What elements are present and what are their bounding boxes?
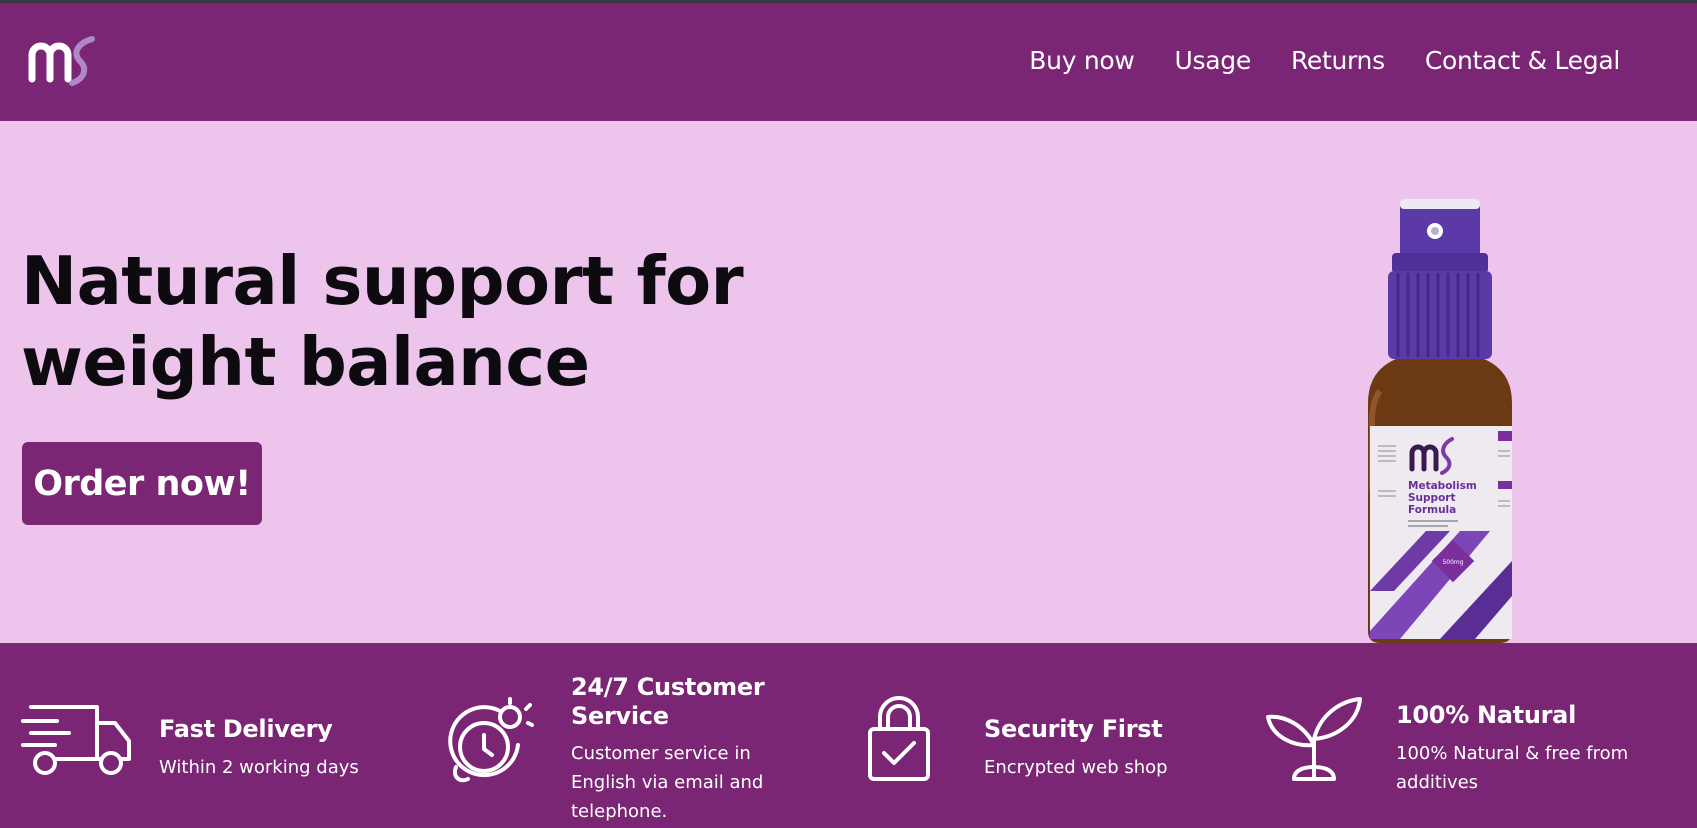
hero-headline: Natural support for weight balance [21, 242, 744, 401]
main-nav: Buy now Usage Returns Contact & Legal [989, 46, 1620, 75]
feature-text: 100% Natural & free from additives [1396, 743, 1629, 793]
feature-text: Within 2 working days [159, 757, 359, 778]
site-header: Buy now Usage Returns Contact & Legal [0, 3, 1697, 121]
svg-text:500mg: 500mg [1442, 559, 1463, 566]
feature-title: Fast Delivery [159, 715, 333, 743]
feature-text: Customer service in English via email an… [571, 743, 764, 822]
delivery-truck-icon [21, 705, 131, 775]
feature-security-first: Security First Encrypted web shop [840, 643, 1260, 828]
nav-buy-now[interactable]: Buy now [1029, 46, 1135, 75]
nav-usage[interactable]: Usage [1175, 46, 1252, 75]
hero-section: Natural support for weight balance Order… [0, 121, 1697, 643]
clock-24-7-icon [448, 697, 534, 783]
feature-natural: 100% Natural 100% Natural & free from ad… [1260, 643, 1697, 828]
svg-text:Support: Support [1408, 492, 1455, 504]
nav-returns[interactable]: Returns [1291, 46, 1385, 75]
product-bottle-image: 500mg Metabolism Support Formula [1368, 199, 1512, 643]
feature-title: Security First [984, 715, 1163, 743]
padlock-check-icon [868, 696, 930, 781]
order-now-button[interactable]: Order now! [22, 442, 262, 525]
feature-title: 24/7 Customer Service [571, 673, 765, 730]
features-bar: Fast Delivery Within 2 working days 24/7… [0, 643, 1697, 828]
plant-sprout-icon [1266, 697, 1362, 781]
feature-fast-delivery: Fast Delivery Within 2 working days [0, 643, 420, 828]
ms-logo[interactable] [28, 33, 104, 89]
feature-title: 100% Natural [1396, 701, 1576, 729]
feature-customer-service: 24/7 Customer Service Customer service i… [420, 643, 840, 828]
feature-text: Encrypted web shop [984, 757, 1168, 778]
svg-text:Formula: Formula [1408, 504, 1456, 516]
svg-text:Metabolism: Metabolism [1408, 480, 1477, 492]
nav-contact-legal[interactable]: Contact & Legal [1425, 46, 1620, 75]
